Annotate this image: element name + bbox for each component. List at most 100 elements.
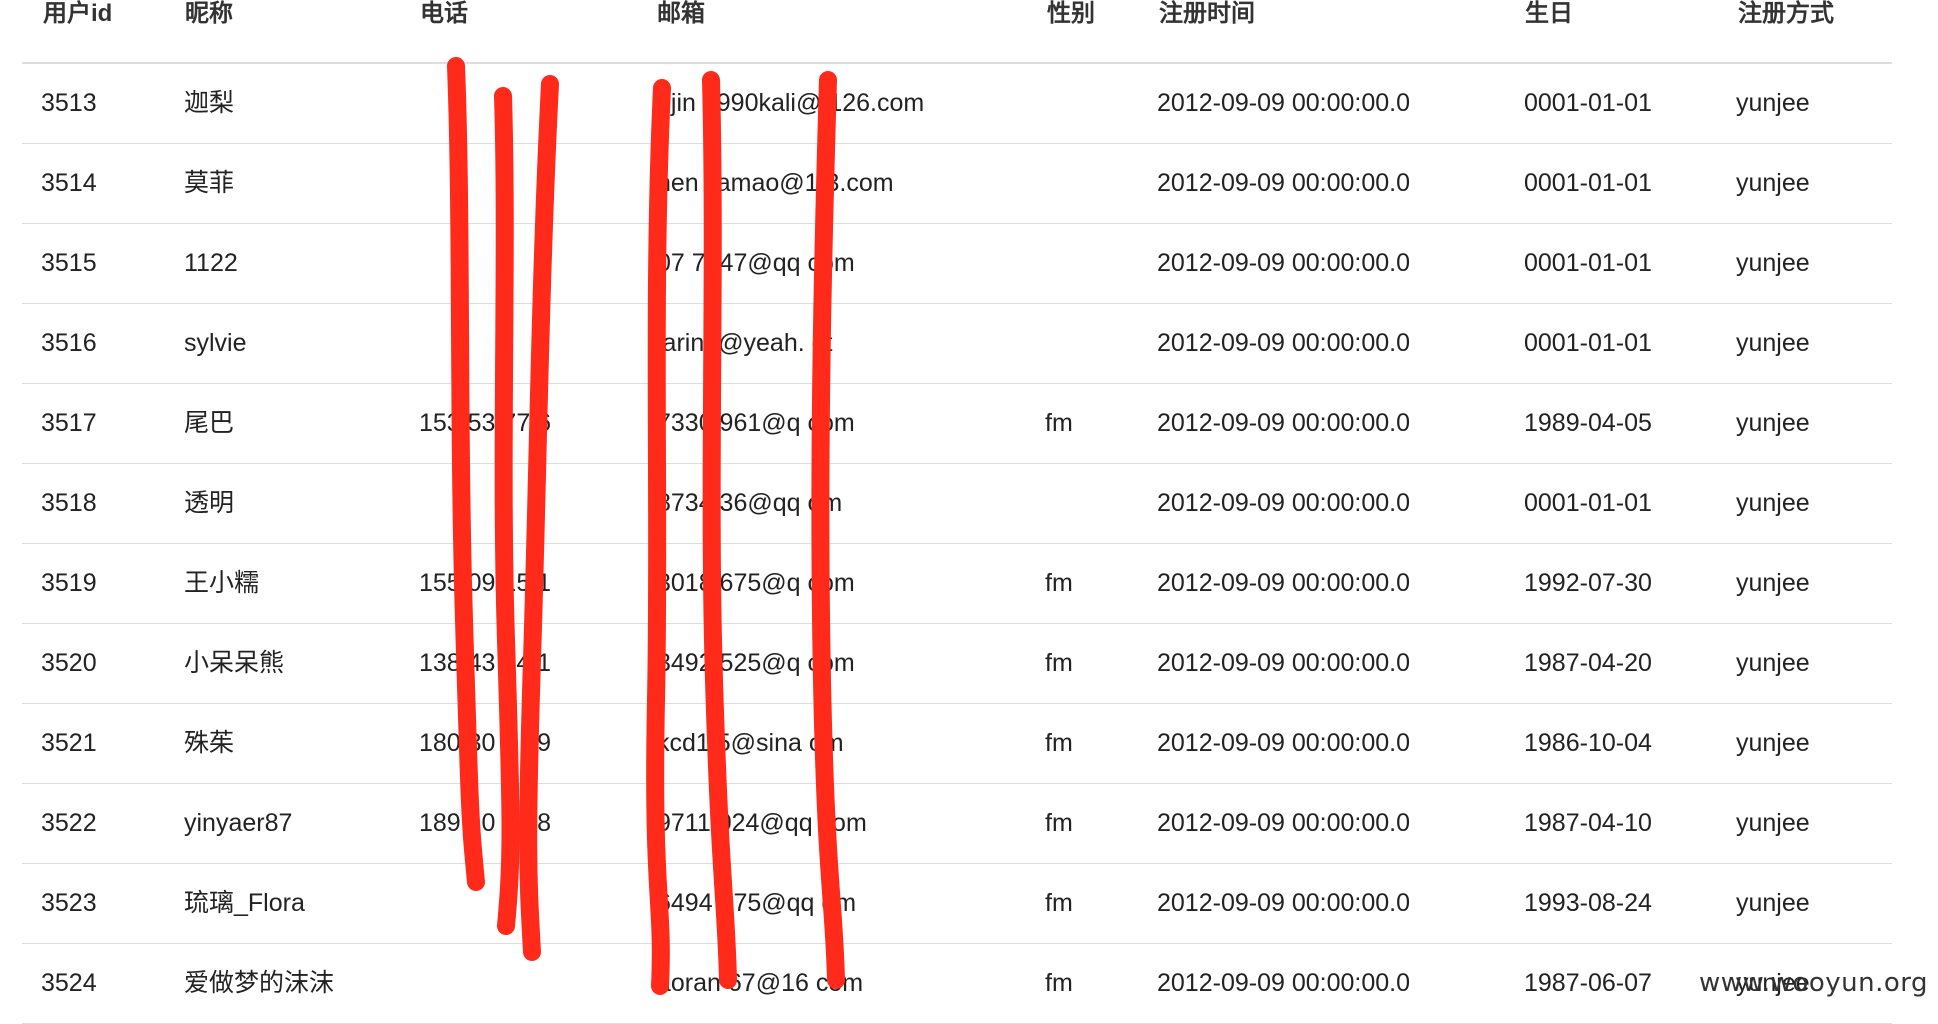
cell-register-time: 2012-09-09 00:00:00.0 [1157, 249, 1410, 277]
cell-birthday: 1993-08-24 [1524, 889, 1652, 917]
cell-email: 7330 961@q com [657, 409, 855, 437]
cell-email: 9711 024@qq com [657, 809, 867, 837]
table-body: 3513 迦梨 ujin 1990kali@ 126.com 2012-09-09 0… [22, 64, 1892, 1024]
cell-register-method: yunjee [1736, 489, 1810, 517]
table-row[interactable]: 3516 sylvie larin t@yeah. et 2012-09-09 00:… [22, 304, 1892, 384]
cell-nickname: 迦梨 [184, 89, 235, 117]
cell-user-id: 3518 [41, 489, 97, 517]
cell-register-time: 2012-09-09 00:00:00.0 [1157, 969, 1410, 997]
cell-nickname: 王小糯 [184, 569, 260, 597]
cell-user-id: 3521 [41, 729, 97, 757]
cell-register-time: 2012-09-09 00:00:00.0 [1157, 169, 1410, 197]
header-nickname[interactable]: 昵称 [185, 0, 233, 28]
header-register-method[interactable]: 注册方式 [1738, 0, 1834, 28]
cell-birthday: 1992-07-30 [1524, 569, 1652, 597]
cell-gender: fm [1045, 729, 1073, 757]
cell-user-id: 3515 [41, 249, 97, 277]
cell-user-id: 3519 [41, 569, 97, 597]
cell-birthday: 0001-01-01 [1524, 169, 1652, 197]
cell-email: 6494 875@qq om [657, 889, 857, 917]
table-row[interactable]: 3519 王小糯 155 09 15 1 3018 675@q com fm 2012-0… [22, 544, 1892, 624]
table-row[interactable]: 3517 尾巴 153 53 77 6 7330 961@q com fm 2012-09… [22, 384, 1892, 464]
cell-nickname: 透明 [184, 489, 235, 517]
table-header: 用户id 昵称 电话 邮箱 性别 注册时间 生日 注册方式 [22, 0, 1892, 64]
cell-user-id: 3523 [41, 889, 97, 917]
cell-register-method: yunjee [1736, 809, 1810, 837]
header-gender[interactable]: 性别 [1047, 0, 1095, 28]
cell-user-id: 3524 [41, 969, 97, 997]
cell-nickname: yinyaer87 [184, 809, 293, 837]
table-row[interactable]: 3514 莫菲 hen jiamao@1 3.com 2012-09-09 00:00… [22, 144, 1892, 224]
table-row[interactable]: 3523 琉璃_Flora 6494 875@qq om fm 2012-09-09 0… [22, 864, 1892, 944]
cell-gender: fm [1045, 409, 1073, 437]
table-row[interactable]: 3521 殊茱 180 30 2 49 kcd1 5@sina om fm 2012-09… [22, 704, 1892, 784]
cell-phone: 1897 0 6 08 [419, 809, 552, 837]
cell-register-method: yunjee [1736, 249, 1810, 277]
cell-register-time: 2012-09-09 00:00:00.0 [1157, 729, 1410, 757]
table-row[interactable]: 3522 yinyaer87 1897 0 6 08 9711 024@qq com f… [22, 784, 1892, 864]
cell-birthday: 1986-10-04 [1524, 729, 1652, 757]
cell-email: kcd1 5@sina om [657, 729, 844, 757]
table-row[interactable]: 3515 1122 07 7447@qq com 2012-09-09 00:00:0… [22, 224, 1892, 304]
cell-birthday: 0001-01-01 [1524, 489, 1652, 517]
cell-register-method: yunjee [1736, 649, 1810, 677]
watermark-text: www.wooyun.org [1698, 968, 1928, 998]
cell-user-id: 3516 [41, 329, 97, 357]
cell-nickname: sylvie [184, 329, 247, 357]
cell-register-method: yunjee [1736, 169, 1810, 197]
cell-register-time: 2012-09-09 00:00:00.0 [1157, 889, 1410, 917]
cell-phone: 153 53 77 6 [419, 409, 552, 437]
cell-birthday: 0001-01-01 [1524, 249, 1652, 277]
table-row[interactable]: 3520 小呆呆熊 138 43 34 1 3492 525@q com fm 2012-… [22, 624, 1892, 704]
cell-email: larin t@yeah. et [657, 329, 833, 357]
cell-register-method: yunjee [1736, 89, 1810, 117]
user-table: 用户id 昵称 电话 邮箱 性别 注册时间 生日 注册方式 3513 迦梨 ujin… [22, 0, 1892, 1024]
cell-nickname: 殊茱 [184, 729, 235, 757]
cell-birthday: 0001-01-01 [1524, 89, 1652, 117]
cell-email: ujin 1990kali@ 126.com [657, 89, 925, 117]
cell-nickname: 尾巴 [184, 409, 235, 437]
cell-phone: 180 30 2 49 [419, 729, 552, 757]
cell-birthday: 0001-01-01 [1524, 329, 1652, 357]
cell-user-id: 3517 [41, 409, 97, 437]
cell-birthday: 1987-04-20 [1524, 649, 1652, 677]
cell-register-time: 2012-09-09 00:00:00.0 [1157, 569, 1410, 597]
cell-phone: 155 09 15 1 [419, 569, 552, 597]
cell-gender: fm [1045, 649, 1073, 677]
cell-email: hen jiamao@1 3.com [657, 169, 894, 197]
cell-user-id: 3520 [41, 649, 97, 677]
cell-register-method: yunjee [1736, 409, 1810, 437]
cell-register-time: 2012-09-09 00:00:00.0 [1157, 489, 1410, 517]
cell-register-method: yunjee [1736, 329, 1810, 357]
header-user-id[interactable]: 用户id [43, 0, 112, 28]
cell-nickname: 莫菲 [184, 169, 235, 197]
cell-gender: fm [1045, 569, 1073, 597]
header-phone[interactable]: 电话 [420, 0, 468, 28]
table-row[interactable]: 3513 迦梨 ujin 1990kali@ 126.com 2012-09-09 0… [22, 64, 1892, 144]
cell-register-method: yunjee [1736, 729, 1810, 757]
cell-register-time: 2012-09-09 00:00:00.0 [1157, 89, 1410, 117]
cell-email: 3492 525@q com [657, 649, 855, 677]
cell-register-time: 2012-09-09 00:00:00.0 [1157, 649, 1410, 677]
table-row[interactable]: 3518 透明 8734 36@qq om 2012-09-09 00:00:00.0… [22, 464, 1892, 544]
cell-gender: fm [1045, 889, 1073, 917]
header-email[interactable]: 邮箱 [657, 0, 705, 28]
cell-nickname: 1122 [184, 249, 238, 277]
cell-phone: 138 43 34 1 [419, 649, 552, 677]
cell-user-id: 3514 [41, 169, 97, 197]
cell-register-method: yunjee [1736, 569, 1810, 597]
cell-email: 8734 36@qq om [657, 489, 843, 517]
cell-email: 07 7447@qq com [657, 249, 855, 277]
table-row[interactable]: 3524 爱做梦的沫沫 aoran 67@16 com fm 2012-09-09 00… [22, 944, 1892, 1024]
cell-nickname: 爱做梦的沫沫 [184, 969, 335, 997]
cell-nickname: 小呆呆熊 [184, 649, 285, 677]
cell-email: aoran 67@16 com [657, 969, 864, 997]
cell-register-time: 2012-09-09 00:00:00.0 [1157, 409, 1410, 437]
cell-email: 3018 675@q com [657, 569, 855, 597]
cell-nickname: 琉璃_Flora [184, 889, 305, 917]
header-register-time[interactable]: 注册时间 [1159, 0, 1255, 28]
cell-register-method: yunjee [1736, 889, 1810, 917]
cell-register-time: 2012-09-09 00:00:00.0 [1157, 809, 1410, 837]
cell-birthday: 1987-04-10 [1524, 809, 1652, 837]
header-birthday[interactable]: 生日 [1525, 0, 1573, 28]
